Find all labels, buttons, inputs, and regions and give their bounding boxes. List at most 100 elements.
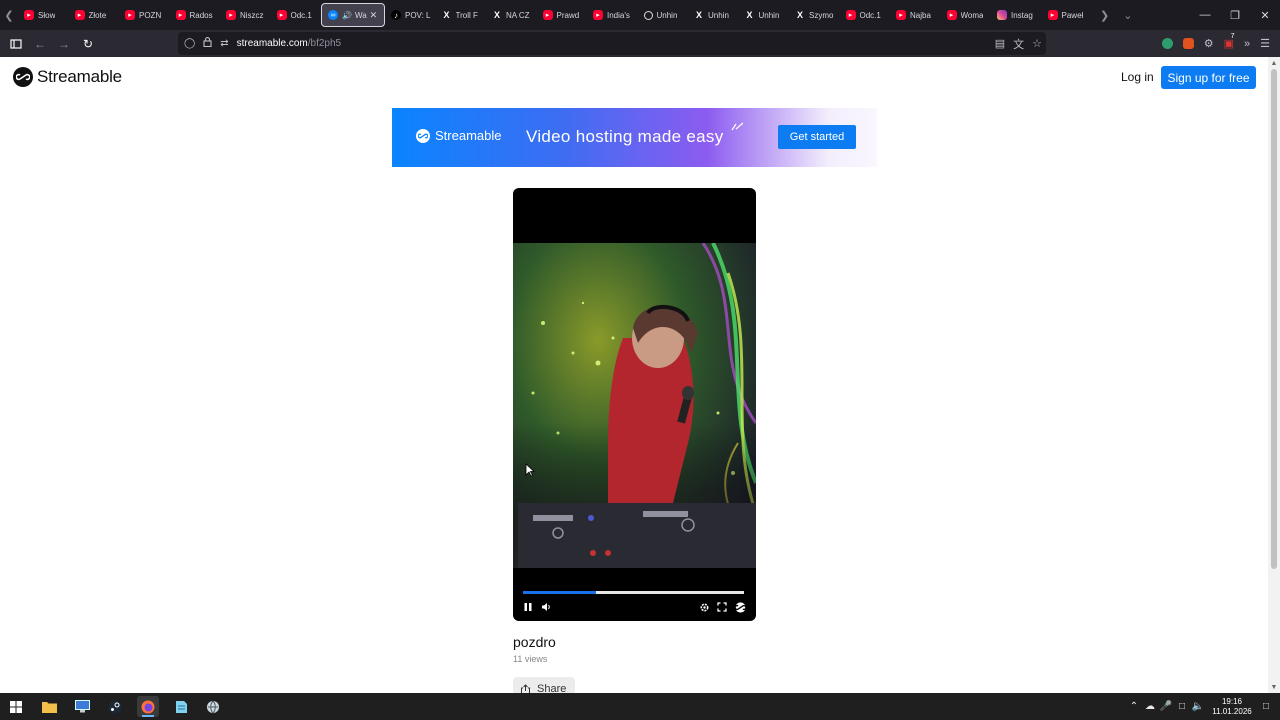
extension-badge-icon[interactable]: ▣ 7: [1224, 33, 1235, 50]
mouse-cursor-icon: [525, 463, 535, 477]
browser-tab[interactable]: ▸ POZN: [119, 3, 170, 27]
app-menu-icon[interactable]: ☰: [1260, 37, 1270, 50]
pause-button[interactable]: [521, 600, 535, 614]
browser-tab[interactable]: ▸ India's: [587, 3, 638, 27]
list-all-tabs-icon[interactable]: ⌄: [1123, 9, 1132, 22]
minimize-window-button[interactable]: —: [1190, 0, 1220, 30]
browser-tab-label: POV: L: [405, 10, 431, 20]
close-tab-icon[interactable]: ✕: [370, 10, 378, 21]
extension-shield-icon[interactable]: [1161, 38, 1173, 49]
clock-date: 11.01.2026: [1212, 706, 1252, 716]
browser-tab[interactable]: ∞ 🔊 Wa ✕: [321, 3, 385, 27]
browser-tab[interactable]: ▸ Niszcz: [220, 3, 271, 27]
progress-fill: [523, 591, 596, 594]
reader-view-icon[interactable]: ▤: [995, 37, 1005, 50]
video-frame[interactable]: [513, 243, 756, 568]
volume-button[interactable]: [539, 600, 553, 614]
browser-tab-label: Rados: [189, 10, 213, 20]
address-bar[interactable]: ◯ ⇄ streamable.com/bf2ph5 ▤ 文 ☆: [178, 32, 1046, 55]
browser-tab[interactable]: ▸ Paweł: [1042, 3, 1093, 27]
video-player[interactable]: [513, 188, 756, 621]
streamable-logo[interactable]: Streamable: [13, 67, 122, 87]
x-icon: X: [493, 10, 500, 20]
bookmark-star-icon[interactable]: ☆: [1032, 37, 1042, 50]
back-button[interactable]: ←: [28, 32, 52, 56]
file-explorer-icon[interactable]: [38, 696, 60, 717]
streamable-player-logo-button[interactable]: [733, 600, 747, 614]
reload-button[interactable]: ↻: [76, 32, 100, 56]
browser-tab[interactable]: ▸ Odc.1: [840, 3, 891, 27]
browser-tab[interactable]: ♪ POV: L: [385, 3, 436, 27]
x-icon: X: [746, 10, 753, 20]
shield-icon[interactable]: ◯: [184, 38, 195, 49]
streamable-logo-icon: [13, 67, 33, 87]
close-window-button[interactable]: ✕: [1250, 0, 1280, 30]
browser-tab-label: Złote: [88, 10, 107, 20]
tab-scroll-right-icon[interactable]: ❯: [1100, 9, 1109, 22]
restore-window-button[interactable]: ❐: [1220, 0, 1250, 30]
windows-start-icon[interactable]: [5, 696, 27, 717]
sidebar-toggle-icon[interactable]: [4, 32, 28, 56]
browser-tab[interactable]: ▸ Złote: [69, 3, 120, 27]
browser-tab[interactable]: Unhin: [638, 3, 689, 27]
url-text[interactable]: streamable.com/bf2ph5: [237, 38, 342, 49]
tab-audio-speaker-icon[interactable]: 🔊: [342, 11, 352, 20]
lock-icon[interactable]: [203, 37, 212, 50]
share-button[interactable]: Share: [513, 677, 575, 693]
extension-fox-icon[interactable]: [1182, 38, 1194, 49]
settings-gear-button[interactable]: [697, 600, 711, 614]
steam-icon[interactable]: [104, 696, 126, 717]
app-globe-icon[interactable]: [202, 696, 224, 717]
browser-tab-label: Niszcz: [240, 10, 264, 20]
extensions-puzzle-icon[interactable]: ⚙: [1204, 37, 1214, 50]
signup-button[interactable]: Sign up for free: [1161, 66, 1256, 89]
tab-scroll-left-icon[interactable]: ❮: [0, 0, 18, 30]
show-hidden-icons-icon[interactable]: ⌃: [1126, 701, 1142, 712]
browser-tab[interactable]: ▸ Woma: [941, 3, 992, 27]
login-link[interactable]: Log in: [1121, 70, 1154, 84]
browser-tab[interactable]: Instag: [991, 3, 1042, 27]
more-tools-icon[interactable]: »: [1244, 38, 1250, 50]
browser-tab[interactable]: ▸ Najba: [890, 3, 941, 27]
browser-tab-label: Prawd: [556, 10, 580, 20]
translate-icon[interactable]: 文: [1013, 36, 1024, 52]
youtube-icon: ▸: [24, 10, 34, 20]
fullscreen-button[interactable]: [715, 600, 729, 614]
browser-tab[interactable]: X NA CZ: [486, 3, 537, 27]
taskbar-clock[interactable]: 19:16 11.01.2026: [1210, 697, 1254, 717]
video-title: pozdro: [513, 634, 556, 650]
network-icon[interactable]: □: [1174, 701, 1190, 712]
scroll-thumb[interactable]: [1271, 69, 1277, 569]
browser-tab[interactable]: ▸ Odc.1: [271, 3, 322, 27]
scroll-down-arrow-icon[interactable]: ▼: [1268, 681, 1280, 693]
browser-tab[interactable]: X Unhin: [688, 3, 739, 27]
browser-tab[interactable]: ▸ Słow: [18, 3, 69, 27]
browser-tab[interactable]: ▸ Prawd: [537, 3, 588, 27]
speaker-icon[interactable]: 🔈: [1190, 701, 1206, 712]
scroll-up-arrow-icon[interactable]: ▲: [1268, 57, 1280, 69]
browser-nav-bar: ← → ↻ ◯ ⇄ streamable.com/bf2ph5 ▤ 文 ☆ ⚙ …: [0, 30, 1280, 57]
microphone-icon[interactable]: 🎤: [1158, 701, 1174, 712]
youtube-icon: ▸: [946, 10, 957, 20]
get-started-button[interactable]: Get started: [778, 125, 856, 149]
progress-bar[interactable]: [523, 591, 744, 594]
page-scrollbar[interactable]: ▲ ▼: [1268, 57, 1280, 693]
browser-tab[interactable]: X Troll F: [436, 3, 487, 27]
onedrive-cloud-icon[interactable]: ☁: [1142, 701, 1158, 712]
notifications-icon[interactable]: □: [1258, 701, 1274, 712]
remote-desktop-icon[interactable]: [71, 696, 93, 717]
banner-logo-text: Streamable: [435, 128, 502, 143]
browser-tab[interactable]: ▸ Rados: [170, 3, 221, 27]
browser-tab[interactable]: X Szymo: [789, 3, 840, 27]
forward-button[interactable]: →: [52, 32, 76, 56]
page-permissions-icon[interactable]: ⇄: [220, 38, 228, 49]
browser-tab[interactable]: X Unhin: [739, 3, 790, 27]
promo-banner[interactable]: Streamable Video hosting made easy Get s…: [392, 108, 877, 167]
x-icon: X: [695, 10, 702, 20]
notepad-icon[interactable]: [170, 696, 192, 717]
browser-tab-label: Paweł: [1061, 10, 1084, 20]
firefox-icon[interactable]: [137, 696, 159, 717]
youtube-icon: ▸: [1047, 10, 1058, 20]
browser-tab-label: Troll F: [455, 10, 478, 20]
banner-streamable-icon: [416, 128, 430, 143]
